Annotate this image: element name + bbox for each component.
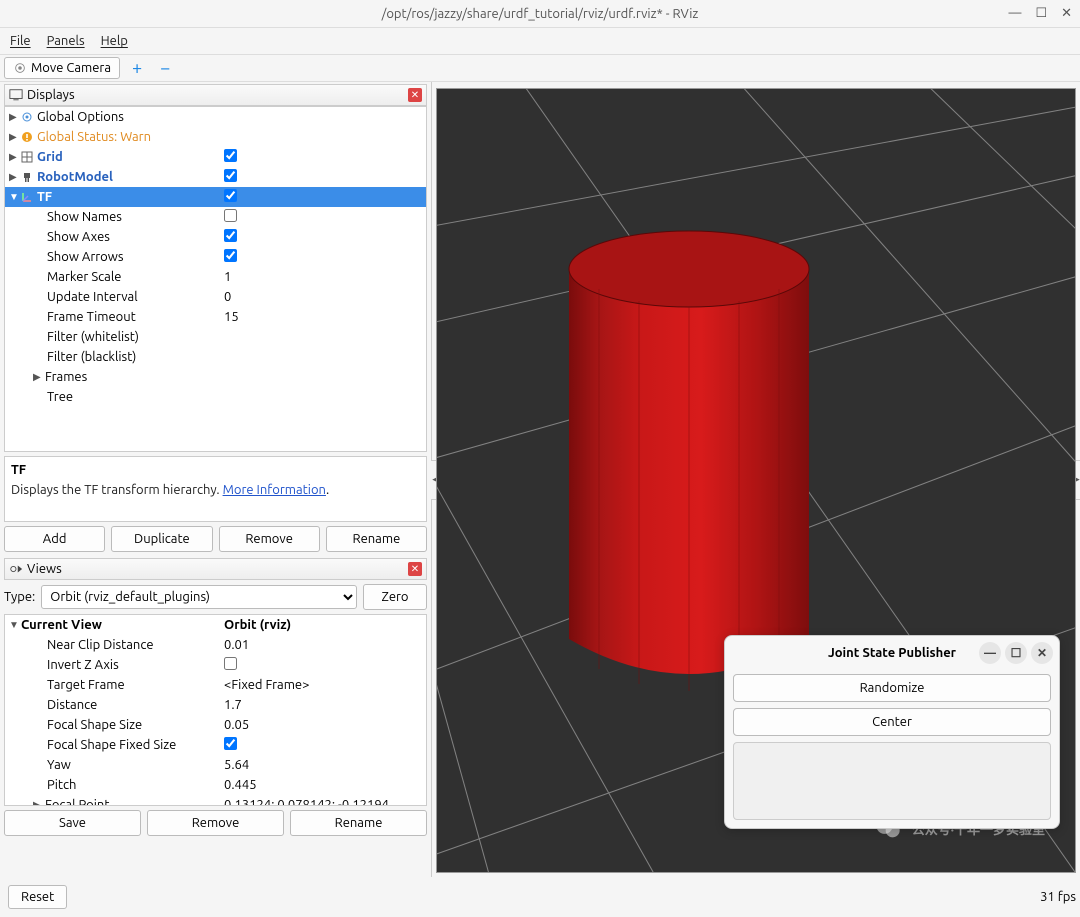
expand-icon[interactable]: ▶	[9, 171, 19, 183]
view-row-focal-point[interactable]: ▶Focal Point0.13124; 0.078142; -0.12194	[5, 795, 426, 806]
tool-move-camera[interactable]: Move Camera	[4, 57, 120, 79]
tree-row-marker-scale[interactable]: Marker Scale 1	[5, 267, 426, 287]
window-titlebar: /opt/ros/jazzy/share/urdf_tutorial/rviz/…	[0, 0, 1080, 28]
tree-row-frames[interactable]: ▶ Frames	[5, 367, 426, 387]
tree-row-robot-model[interactable]: ▶ RobotModel	[5, 167, 426, 187]
collapse-icon[interactable]: ▼	[9, 619, 19, 631]
menubar: File Panels Help	[0, 28, 1080, 54]
rename-display-button[interactable]: Rename	[326, 526, 427, 552]
joint-state-publisher-window[interactable]: Joint State Publisher — ☐ ✕ Randomize Ce…	[724, 635, 1060, 829]
tree-row-tree[interactable]: Tree	[5, 387, 426, 407]
jsp-slider-area	[733, 742, 1051, 820]
tree-row-filter-blacklist[interactable]: Filter (blacklist)	[5, 347, 426, 367]
more-info-link[interactable]: More Information	[223, 483, 326, 497]
view-row-current[interactable]: ▼ Current View Orbit (rviz)	[5, 615, 426, 635]
expand-icon[interactable]: ▶	[9, 111, 19, 123]
view-row-near-clip[interactable]: Near Clip Distance0.01	[5, 635, 426, 655]
grid-icon	[21, 151, 33, 163]
view-row-target-frame[interactable]: Target Frame<Fixed Frame>	[5, 675, 426, 695]
views-header[interactable]: Views ✕	[4, 558, 427, 580]
tf-icon	[21, 191, 33, 203]
jsp-title: Joint State Publisher	[828, 646, 956, 660]
views-tree[interactable]: ▼ Current View Orbit (rviz) Near Clip Di…	[4, 614, 427, 806]
tree-row-update-interval[interactable]: Update Interval 0	[5, 287, 426, 307]
expand-icon[interactable]: ▶	[9, 151, 19, 163]
move-camera-icon	[13, 61, 27, 75]
show-arrows-checkbox[interactable]	[224, 249, 237, 262]
menu-help[interactable]: Help	[101, 34, 128, 48]
save-view-button[interactable]: Save	[4, 810, 141, 836]
view-row-focal-shape-fixed[interactable]: Focal Shape Fixed Size	[5, 735, 426, 755]
views-close-icon[interactable]: ✕	[408, 562, 422, 576]
robot-model-checkbox[interactable]	[224, 169, 237, 182]
expand-icon[interactable]: ▶	[33, 371, 43, 383]
show-names-checkbox[interactable]	[224, 209, 237, 222]
view-row-invert-z[interactable]: Invert Z Axis	[5, 655, 426, 675]
jsp-minimize-icon[interactable]: —	[979, 642, 1001, 664]
window-title: /opt/ros/jazzy/share/urdf_tutorial/rviz/…	[382, 7, 699, 21]
displays-icon	[9, 88, 23, 102]
duplicate-button[interactable]: Duplicate	[111, 526, 212, 552]
tree-row-frame-timeout[interactable]: Frame Timeout 15	[5, 307, 426, 327]
remove-display-button[interactable]: Remove	[219, 526, 320, 552]
type-label: Type:	[4, 590, 35, 604]
view-row-yaw[interactable]: Yaw5.64	[5, 755, 426, 775]
tree-row-global-status[interactable]: ▶ Global Status: Warn	[5, 127, 426, 147]
grid-checkbox[interactable]	[224, 149, 237, 162]
menu-panels[interactable]: Panels	[47, 34, 85, 48]
robot-icon	[21, 171, 33, 183]
toolbar: Move Camera + −	[0, 54, 1080, 82]
gear-icon	[21, 111, 33, 123]
jsp-maximize-icon[interactable]: ☐	[1005, 642, 1027, 664]
window-close-icon[interactable]: ✕	[1061, 6, 1072, 21]
displays-description: TF Displays the TF transform hierarchy. …	[4, 456, 427, 522]
randomize-button[interactable]: Randomize	[733, 674, 1051, 702]
tree-row-show-arrows[interactable]: Show Arrows	[5, 247, 426, 267]
warn-icon	[21, 131, 33, 143]
view-row-distance[interactable]: Distance1.7	[5, 695, 426, 715]
toolbar-remove-icon[interactable]: −	[154, 58, 176, 78]
focal-fixed-checkbox[interactable]	[224, 737, 237, 750]
tree-row-global-options[interactable]: ▶ Global Options	[5, 107, 426, 127]
window-maximize-icon[interactable]: ☐	[1035, 6, 1047, 21]
collapse-icon[interactable]: ▼	[9, 191, 19, 203]
fps-status: 31 fps	[1040, 890, 1076, 904]
tf-checkbox[interactable]	[224, 189, 237, 202]
jsp-close-icon[interactable]: ✕	[1031, 642, 1053, 664]
view-row-focal-shape-size[interactable]: Focal Shape Size0.05	[5, 715, 426, 735]
displays-tree[interactable]: ▶ Global Options ▶ Global Status: Warn ▶…	[4, 106, 427, 452]
view-type-select[interactable]: Orbit (rviz_default_plugins)	[41, 585, 357, 609]
expand-icon[interactable]: ▶	[33, 799, 43, 806]
tree-row-filter-whitelist[interactable]: Filter (whitelist)	[5, 327, 426, 347]
toolbar-add-icon[interactable]: +	[126, 58, 148, 78]
show-axes-checkbox[interactable]	[224, 229, 237, 242]
tree-row-show-names[interactable]: Show Names	[5, 207, 426, 227]
invert-z-checkbox[interactable]	[224, 657, 237, 670]
rename-view-button[interactable]: Rename	[290, 810, 427, 836]
zero-button[interactable]: Zero	[363, 584, 427, 610]
expand-icon[interactable]: ▶	[9, 131, 19, 143]
tree-row-tf[interactable]: ▼ TF	[5, 187, 426, 207]
robot-cylinder	[559, 219, 819, 699]
view-row-pitch[interactable]: Pitch0.445	[5, 775, 426, 795]
displays-close-icon[interactable]: ✕	[408, 88, 422, 102]
remove-view-button[interactable]: Remove	[147, 810, 284, 836]
add-button[interactable]: Add	[4, 526, 105, 552]
reset-button[interactable]: Reset	[8, 885, 67, 909]
tree-row-grid[interactable]: ▶ Grid	[5, 147, 426, 167]
center-button[interactable]: Center	[733, 708, 1051, 736]
tree-row-show-axes[interactable]: Show Axes	[5, 227, 426, 247]
menu-file[interactable]: File	[10, 34, 31, 48]
displays-header[interactable]: Displays ✕	[4, 84, 427, 106]
views-icon	[9, 562, 23, 576]
window-minimize-icon[interactable]: —	[1008, 6, 1021, 21]
